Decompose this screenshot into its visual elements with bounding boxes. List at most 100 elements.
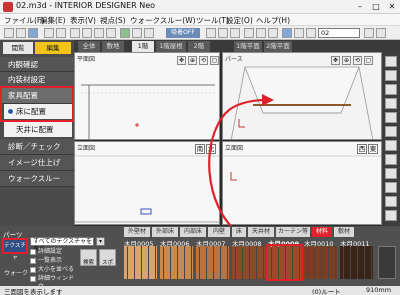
menu-edit[interactable]: 編集(E) [40,15,66,26]
menu-help[interactable]: ヘルプ(H) [256,15,290,26]
menu-tools[interactable]: ツール(T) [196,15,229,26]
tool-stairs-icon[interactable] [385,112,397,123]
edit-mode-button[interactable]: 編集 [35,42,71,54]
floor-down-icon[interactable] [376,28,386,38]
mat-tab-interior-wall[interactable]: 内壁 [208,227,230,237]
swatch-scrollbar[interactable] [378,246,396,279]
camera-icon[interactable] [294,28,304,38]
nav-image-finish[interactable]: イメージ仕上げ [0,155,74,171]
swatch-0007[interactable] [196,246,229,279]
render-icon[interactable] [282,28,292,38]
tool-window-icon[interactable] [385,98,397,109]
undo-icon[interactable] [44,28,54,38]
zoom-in-icon[interactable] [206,28,216,38]
nav-place-on-ceiling[interactable]: 天井に配置 [4,122,72,137]
mat-tab-ceiling[interactable]: 天井材 [248,227,274,237]
nav-diagnosis-check[interactable]: 診断／チェック [0,139,74,155]
elevation-view-right[interactable]: 立面図 西 東 [222,141,382,225]
tool-light-icon[interactable] [385,140,397,151]
menu-settings[interactable]: 設定(O) [226,15,253,26]
texture-filter-select[interactable]: すべてのテクスチャを表示 [30,237,94,253]
light-icon[interactable] [268,28,278,38]
rotate-view-icon[interactable]: ⟲ [199,56,208,65]
floor-select[interactable]: 02 [318,28,360,38]
tab-floor1-roof[interactable]: 1階屋根 [156,41,186,52]
mat-tab-interior-floor[interactable]: 内部床 [180,227,206,237]
tool-measure-icon[interactable] [385,168,397,179]
menu-viewpoint[interactable]: 視点(S) [100,15,126,26]
eyedropper-button[interactable]: スポイト [99,249,116,293]
copy-icon[interactable] [94,28,104,38]
tool-texture-icon[interactable] [385,154,397,165]
align-icon[interactable] [144,28,154,38]
tool-delete-icon[interactable] [385,210,397,221]
minimize-button[interactable]: – [352,0,368,14]
swatch-0005[interactable] [124,246,157,279]
close-button[interactable]: ✕ [384,0,400,14]
mat-tab-material[interactable]: 材料 [312,227,332,237]
zoom-out-icon[interactable] [218,28,228,38]
save-icon[interactable] [28,28,38,38]
swatch-0008[interactable] [232,246,265,279]
redo-icon[interactable] [56,28,66,38]
tool-furniture-icon[interactable] [385,126,397,137]
nav-walkthrough[interactable]: ウォークスルー [0,171,74,187]
persp-rotate-icon[interactable]: ⟲ [353,56,362,65]
list-view-check[interactable]: 一覧表示 [30,257,76,265]
fit-view-icon[interactable] [230,28,240,38]
plan-view[interactable]: 平面図 ✥ ⊕ ⟲ ▢ [74,52,220,140]
mat-tab-floor[interactable]: 床 [232,227,246,237]
new-file-icon[interactable] [4,28,14,38]
mat-tab-curtain[interactable]: カーテン等 [276,227,310,237]
detail-settings-checkbox[interactable] [30,249,36,255]
tool-door-icon[interactable] [385,84,397,95]
tool-select-icon[interactable] [385,56,397,67]
detail-settings-button[interactable]: 詳細設定 [30,248,76,256]
persp-expand-icon[interactable]: ▢ [364,56,373,65]
rotate-icon[interactable] [120,28,130,38]
pan-icon[interactable]: ✥ [177,56,186,65]
elevation-view-left[interactable]: 立面図 南 北 [74,141,220,225]
expand-view-icon[interactable]: ▢ [210,56,219,65]
tab-floor1[interactable]: 1階 [132,41,154,52]
zoom-icon[interactable]: ⊕ [188,56,197,65]
tab-site[interactable]: 敷地 [102,41,124,52]
persp-pan-icon[interactable]: ✥ [331,56,340,65]
detail-window-checkbox[interactable] [30,276,36,282]
mat-tab-exterior-wall[interactable]: 外壁材 [124,227,150,237]
tool-camera-icon[interactable] [385,182,397,193]
nav-interior-check[interactable]: 内観確認 [0,57,74,72]
mirror-icon[interactable] [132,28,142,38]
maximize-button[interactable]: □ [368,0,384,14]
open-file-icon[interactable] [16,28,26,38]
size-order-checkbox[interactable] [30,267,36,273]
menu-view[interactable]: 表示(V) [70,15,96,26]
layer-icon[interactable] [306,28,316,38]
browse-mode-button[interactable]: 閲覧 [3,42,33,54]
tab-overall[interactable]: 全体 [78,41,100,52]
menu-walkthrough[interactable]: ウォークスルー(W) [130,15,196,26]
tool-wall-icon[interactable] [385,70,397,81]
persp-zoom-icon[interactable]: ⊕ [342,56,351,65]
mat-tab-exterior-floor[interactable]: 外部床 [152,227,178,237]
cut-icon[interactable] [82,28,92,38]
list-view-checkbox[interactable] [30,258,36,264]
tab-floor1-plan[interactable]: 1階平面 [234,41,262,52]
nav-interior-material[interactable]: 内装材設定 [0,72,74,87]
tab-floor2[interactable]: 2階 [188,41,210,52]
filter-dropdown-icon[interactable]: ▾ [96,237,105,246]
floor-up-icon[interactable] [364,28,374,38]
snap-toggle-button[interactable]: 吸着OFF [166,28,200,38]
swatch-0006[interactable] [160,246,193,279]
paste-icon[interactable] [106,28,116,38]
swatch-0010[interactable] [304,246,337,279]
tab-floor2-plan[interactable]: 2階平面 [264,41,292,52]
swatch-0011[interactable] [340,246,373,279]
size-order-check[interactable]: 大小を並べる [30,266,76,274]
measure-icon[interactable] [256,28,266,38]
perspective-view[interactable]: パース ✥ ⊕ ⟲ ▢ [222,52,382,140]
grid-icon[interactable] [244,28,254,38]
detail-window-check[interactable]: 詳細ウィンドウ [30,275,76,290]
mat-tab-lay-material[interactable]: 敷材 [334,227,354,237]
menu-file[interactable]: ファイル(F) [4,15,44,26]
